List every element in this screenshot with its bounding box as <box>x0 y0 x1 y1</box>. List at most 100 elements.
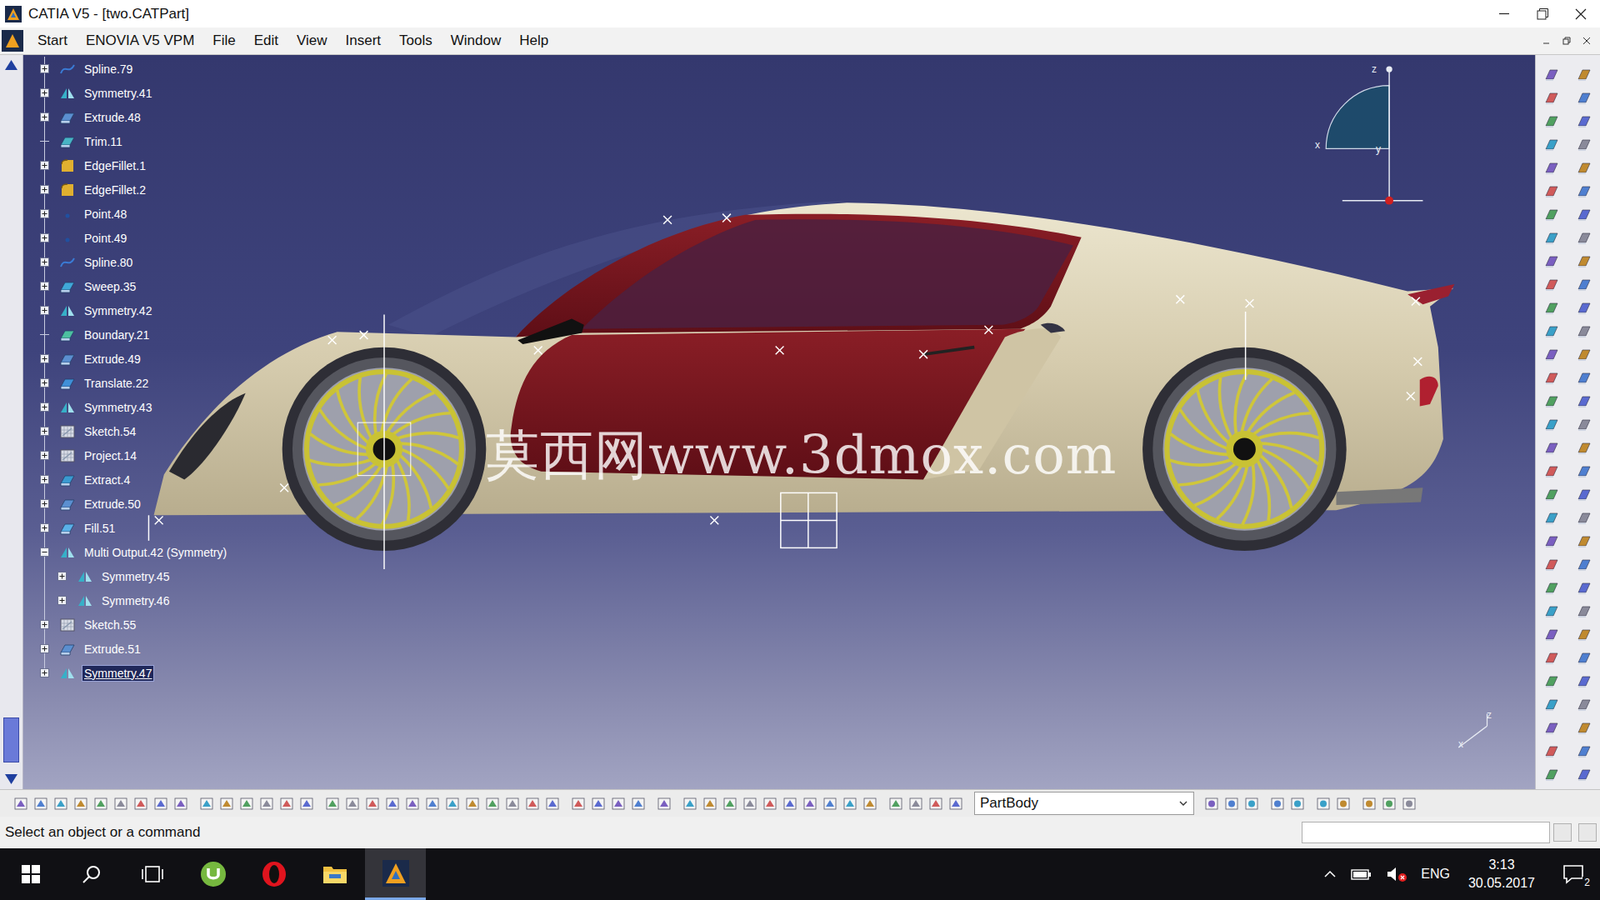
tree-item[interactable]: EdgeFillet.2 <box>40 177 229 202</box>
tool-icon[interactable] <box>425 795 441 812</box>
tool-icon[interactable] <box>1543 136 1560 154</box>
tree-item[interactable]: Project.14 <box>40 443 229 468</box>
tool-icon[interactable] <box>630 795 647 812</box>
tool-icon[interactable] <box>1575 440 1593 457</box>
tool-icon[interactable] <box>1543 393 1560 410</box>
tool-icon[interactable] <box>385 795 401 812</box>
expand-icon[interactable] <box>40 475 50 485</box>
folder-icon[interactable] <box>321 862 349 886</box>
tool-icon[interactable] <box>1335 795 1352 812</box>
clock[interactable]: 3:1330.05.2017 <box>1463 855 1540 892</box>
tree-scrollbar[interactable] <box>0 55 24 790</box>
3d-viewport[interactable]: zxyzx莫西网www.3dmox.comSpline.79Symmetry.4… <box>23 55 1535 790</box>
tool-icon[interactable] <box>505 795 521 812</box>
tool-icon[interactable] <box>53 795 70 812</box>
tool-icon[interactable] <box>13 795 30 812</box>
tree-item[interactable]: Sketch.55 <box>40 612 229 637</box>
tool-icon[interactable] <box>1381 795 1398 812</box>
tool-icon[interactable] <box>888 795 905 812</box>
catia-icon[interactable] <box>382 860 410 887</box>
tool-icon[interactable] <box>299 795 315 812</box>
expand-icon[interactable] <box>40 499 50 509</box>
menu-item[interactable]: Window <box>445 29 514 53</box>
tree-label[interactable]: Extract.4 <box>82 472 132 488</box>
tool-icon[interactable] <box>1543 323 1560 340</box>
command-input[interactable] <box>1301 821 1550 844</box>
tool-icon[interactable] <box>1543 673 1560 690</box>
compass[interactable] <box>1325 65 1423 205</box>
tree-label[interactable]: Symmetry.47 <box>82 665 154 681</box>
tool-icon[interactable] <box>928 795 945 812</box>
tool-icon[interactable] <box>802 795 819 812</box>
tool-icon[interactable] <box>465 795 481 812</box>
restore-icon[interactable] <box>1523 0 1562 28</box>
expand-icon[interactable] <box>57 595 67 605</box>
dropdown-arrow-icon[interactable] <box>1178 798 1189 809</box>
task-view-button[interactable] <box>121 848 183 900</box>
tool-icon[interactable] <box>279 795 295 812</box>
body-selector[interactable]: PartBody <box>974 791 1195 815</box>
tool-icon[interactable] <box>1575 720 1593 737</box>
tree-item[interactable]: Point.49 <box>40 225 229 250</box>
tool-icon[interactable] <box>33 795 50 812</box>
tool-icon[interactable] <box>1543 696 1560 714</box>
tool-icon[interactable] <box>1575 393 1593 410</box>
tree-item[interactable]: Multi Output.42 (Symmetry) <box>40 540 229 565</box>
tool-icon[interactable] <box>1543 603 1560 620</box>
doc-minimize-icon[interactable] <box>1538 32 1555 50</box>
expand-icon[interactable] <box>40 378 50 388</box>
tool-icon[interactable] <box>545 795 561 812</box>
tree-label[interactable]: Extrude.48 <box>82 110 143 125</box>
tree-item[interactable]: Extrude.50 <box>40 491 229 516</box>
tool-icon[interactable] <box>1575 743 1593 760</box>
doc-restore-icon[interactable] <box>1558 32 1575 50</box>
tree-item[interactable]: Spline.79 <box>40 56 229 81</box>
tool-icon[interactable] <box>1575 510 1593 527</box>
status-button[interactable] <box>1553 823 1572 842</box>
tool-icon[interactable] <box>1575 766 1593 784</box>
tree-item[interactable]: Symmetry.47 <box>40 660 229 685</box>
tool-icon[interactable] <box>239 795 255 812</box>
tree-label[interactable]: Translate.22 <box>82 375 150 391</box>
tool-icon[interactable] <box>1575 90 1593 107</box>
tool-icon[interactable] <box>702 795 719 812</box>
expand-icon[interactable] <box>40 668 50 678</box>
tool-icon[interactable] <box>656 795 673 812</box>
tool-icon[interactable] <box>1575 230 1593 247</box>
expand-icon[interactable] <box>57 571 67 581</box>
tree-item[interactable]: Point.48 <box>40 201 229 226</box>
tool-icon[interactable] <box>862 795 879 812</box>
tree-label[interactable]: Symmetry.43 <box>82 400 154 415</box>
volume-muted-icon[interactable] <box>1385 865 1408 883</box>
tool-icon[interactable] <box>73 795 90 812</box>
tool-icon[interactable] <box>590 795 607 812</box>
tree-label[interactable]: Spline.80 <box>82 255 135 270</box>
menu-item[interactable]: Help <box>513 29 561 53</box>
tool-icon[interactable] <box>1575 183 1593 200</box>
tool-icon[interactable] <box>93 795 110 812</box>
opera-icon[interactable] <box>260 860 288 888</box>
tree-label[interactable]: Extrude.49 <box>82 351 143 367</box>
expand-icon[interactable] <box>40 209 50 219</box>
tool-icon[interactable] <box>485 795 501 812</box>
tool-icon[interactable] <box>1575 323 1593 340</box>
tool-icon[interactable] <box>1401 795 1418 812</box>
tree-label[interactable]: Symmetry.46 <box>100 593 171 609</box>
catia-app[interactable] <box>365 848 426 900</box>
tool-icon[interactable] <box>1575 66 1593 84</box>
tree-item[interactable]: Extrude.48 <box>40 105 229 130</box>
tool-icon[interactable] <box>1543 743 1560 760</box>
menu-item[interactable]: Start <box>31 29 80 53</box>
tree-item[interactable]: Fill.51 <box>40 515 229 540</box>
tool-icon[interactable] <box>610 795 627 812</box>
expand-icon[interactable] <box>40 88 50 98</box>
tool-icon[interactable] <box>1543 183 1560 200</box>
expand-icon[interactable] <box>40 450 50 460</box>
tree-item[interactable]: Sweep.35 <box>40 274 229 299</box>
menu-item[interactable]: Insert <box>340 29 395 53</box>
tool-icon[interactable] <box>1224 795 1240 812</box>
tree-label[interactable]: Project.14 <box>82 448 139 464</box>
tree-label[interactable]: Sweep.35 <box>82 279 138 295</box>
tool-icon[interactable] <box>259 795 275 812</box>
close-icon[interactable] <box>1561 0 1600 28</box>
